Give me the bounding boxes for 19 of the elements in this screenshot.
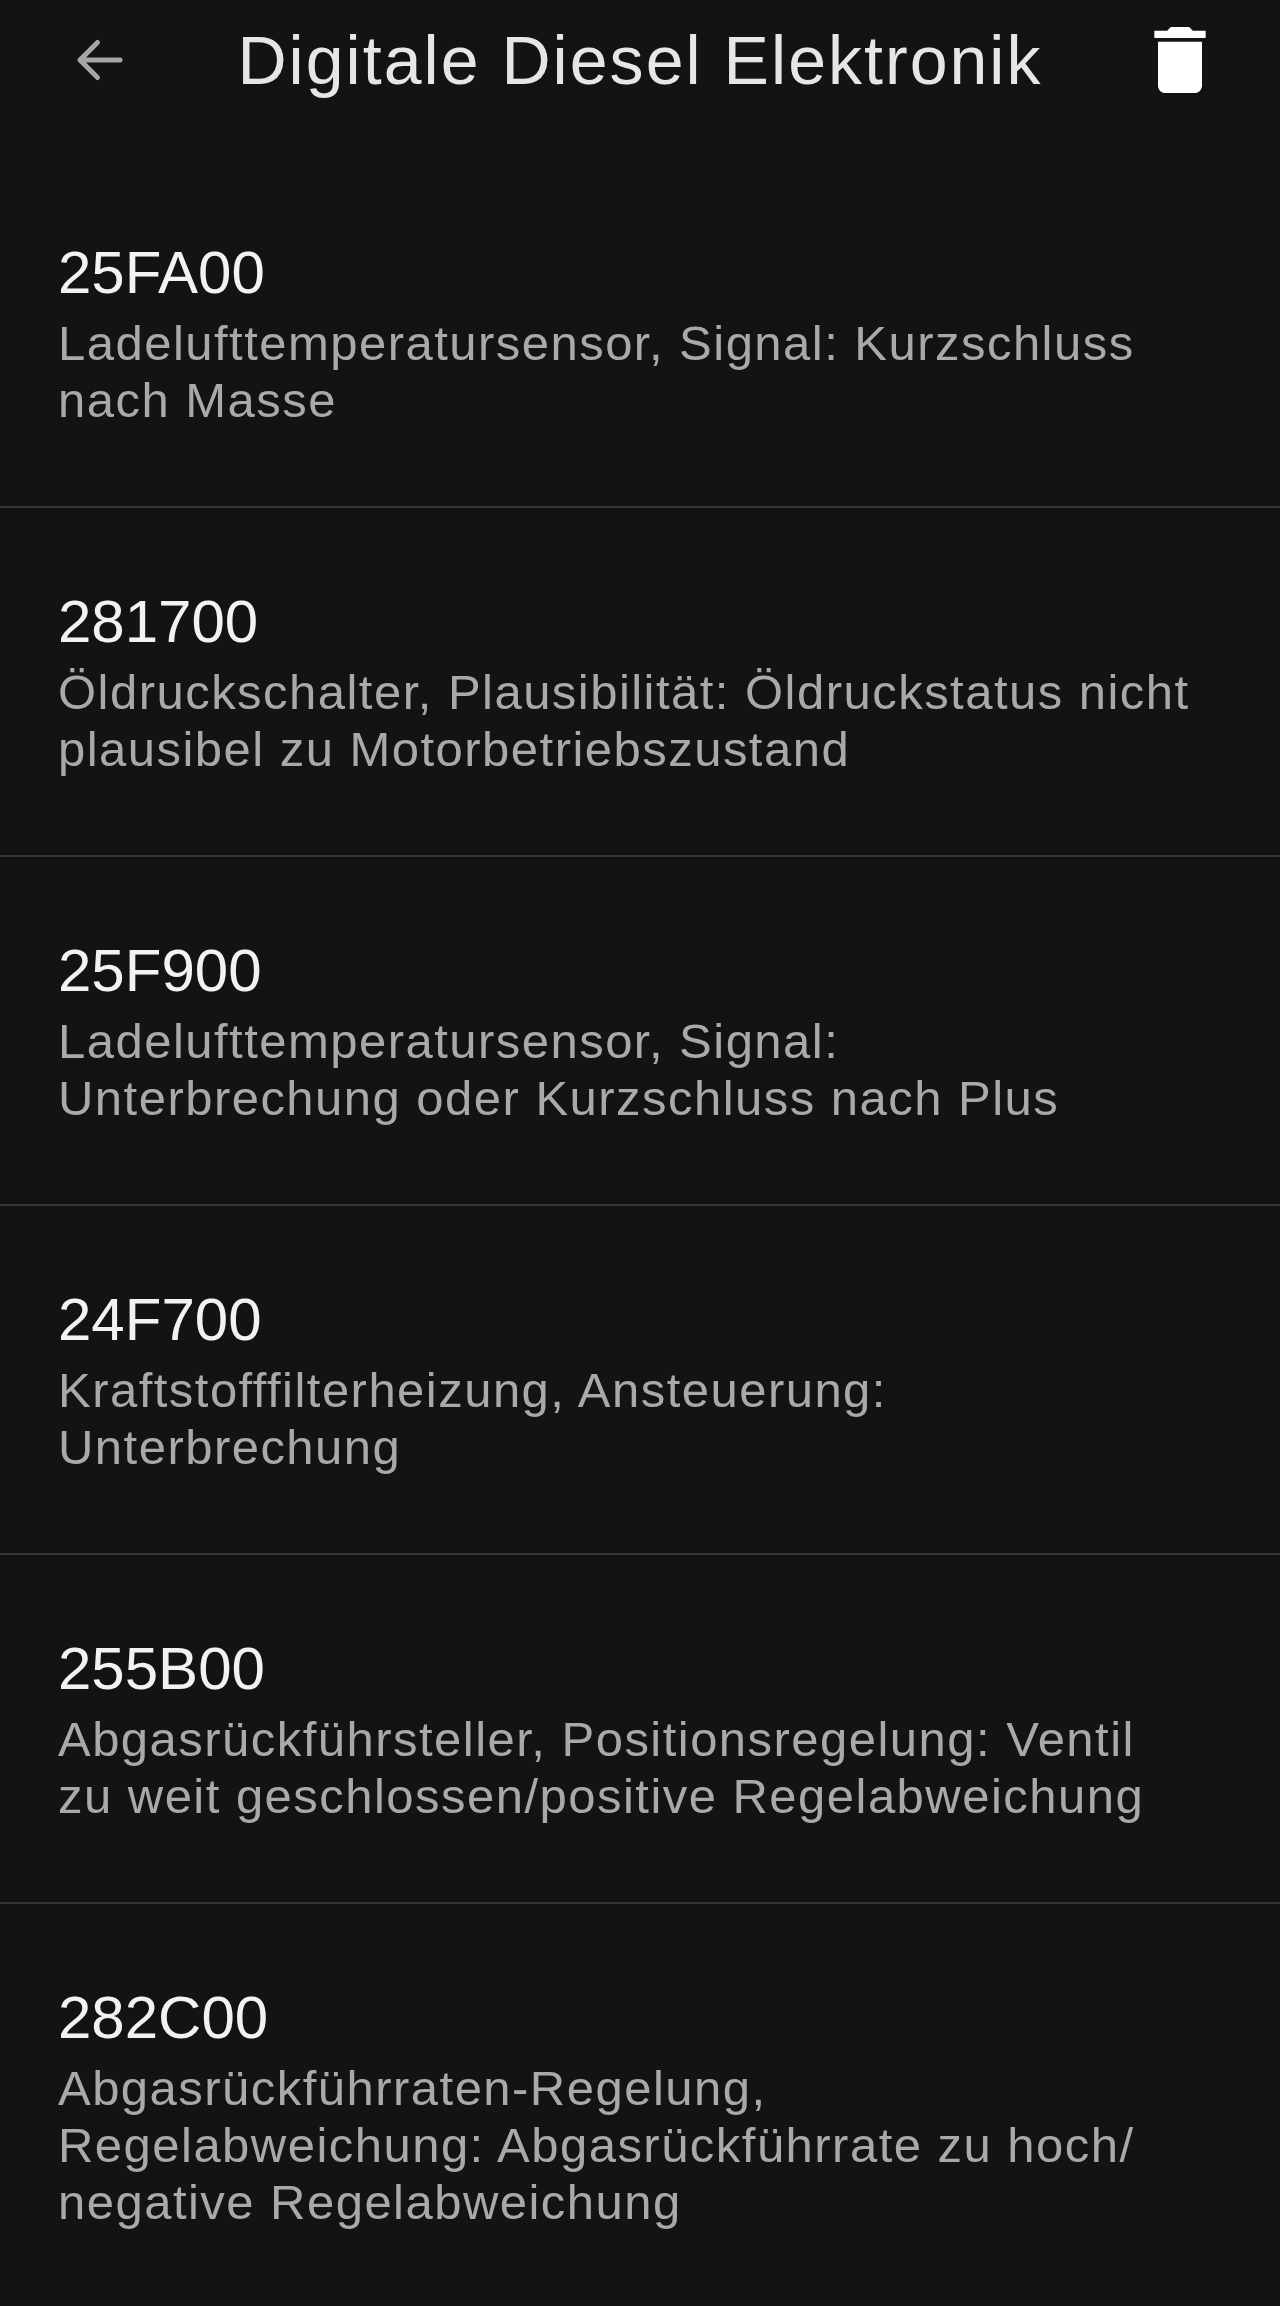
fault-item[interactable]: 281700 Öldruckschalter, Plausibilität: Öldruckstatus nicht plausibel zu Motorbetriebszustand [0, 508, 1280, 857]
fault-item[interactable]: 255B00 Abgasrückführsteller, Positionsregelung: Ventil zu weit geschlossen/positive Regelabweichung [0, 1555, 1280, 1904]
fault-item[interactable]: 25F900 Ladelufttemperatursensor, Signal: Unterbrechung oder Kurzschluss nach Plus [0, 857, 1280, 1206]
fault-item[interactable]: 25FA00 Ladelufttemperatursensor, Signal: Kurzschluss nach Masse [0, 159, 1280, 508]
fault-description: Öldruckschalter, Plausibilität: Öldruckstatus nicht plausibel zu Motorbetriebszustand [58, 664, 1190, 778]
fault-code: 282C00 [58, 1984, 269, 2052]
fault-description: Abgasrückführraten-Regelung, Regelabweichung: Abgasrückführrate zu hoch/ negative Regelabweichung [58, 2060, 1135, 2231]
fault-code: 25FA00 [58, 239, 265, 307]
fault-code: 24F700 [58, 1286, 262, 1354]
fault-code: 25F900 [58, 937, 262, 1005]
fault-code: 281700 [58, 588, 259, 656]
fault-description: Ladelufttemperatursensor, Signal: Kurzschluss nach Masse [58, 315, 1135, 429]
fault-item[interactable]: 282C00 Abgasrückführraten-Regelung, Regelabweichung: Abgasrückführrate zu hoch/ negative Regelabweichung [0, 1904, 1280, 2231]
page-title: Digitale Diesel Elektronik [237, 20, 1043, 100]
fault-description: Kraftstofffilterheizung, Ansteuerung: Unterbrechung [58, 1362, 887, 1476]
fault-description: Abgasrückführsteller, Positionsregelung: Ventil zu weit geschlossen/positive Regelabweichung [58, 1711, 1145, 1825]
fault-description: Ladelufttemperatursensor, Signal: Unterbrechung oder Kurzschluss nach Plus [58, 1013, 1060, 1127]
fault-code: 255B00 [58, 1635, 265, 1703]
fault-item[interactable]: 24F700 Kraftstofffilterheizung, Ansteuerung: Unterbrechung [0, 1206, 1280, 1555]
